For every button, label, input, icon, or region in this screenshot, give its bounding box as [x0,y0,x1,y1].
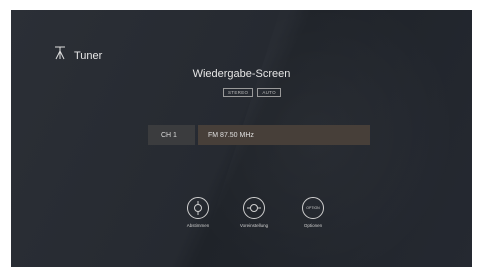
screen-title: Wiedergabe-Screen [192,68,291,80]
frequency-display: FM 87.50 MHz [198,125,370,145]
tune-label: Abstimmen [186,223,210,228]
channel-row: CH 1 FM 87.50 MHz [148,125,370,145]
preset-icon [243,197,265,219]
signal-badges: STEREO AUTO [223,88,281,97]
antenna-icon [54,46,66,65]
preset-button[interactable]: Voreinstellung [224,197,284,228]
channel-label: CH 1 [148,125,195,145]
source-title: Tuner [74,49,103,62]
tuner-playback-screen: Tuner Wiedergabe-Screen STEREO AUTO CH 1… [11,10,472,267]
source-header: Tuner [54,46,102,65]
auto-badge: AUTO [257,88,281,97]
preset-label: Voreinstellung [239,223,269,228]
options-button[interactable]: OPTION Optionen [283,197,343,228]
stereo-badge: STEREO [223,88,254,97]
tune-button[interactable]: Abstimmen [168,197,228,228]
options-label: Optionen [303,223,323,228]
option-icon: OPTION [302,197,324,219]
tune-icon [187,197,209,219]
option-icon-text: OPTION [306,206,320,210]
